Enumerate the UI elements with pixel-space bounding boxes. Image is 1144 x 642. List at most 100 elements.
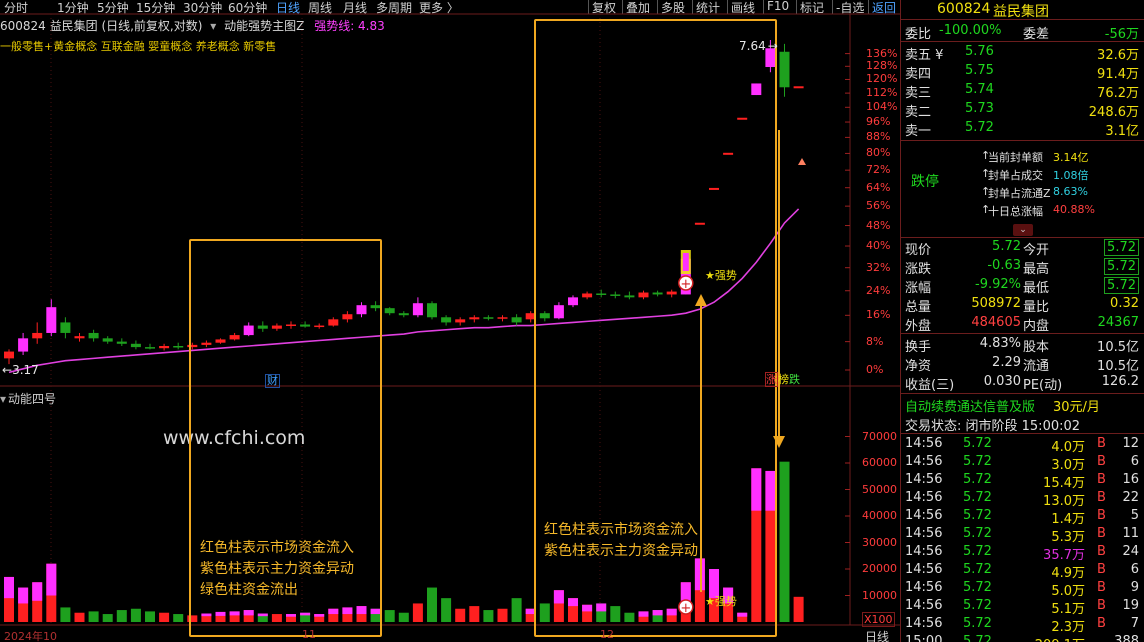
volume-bar [497,608,508,622]
vol-tick-label: 70000 [862,429,897,443]
candle-body [60,322,71,333]
volume-bar [384,610,395,622]
pct-tick-label: 112% [866,86,898,100]
panel-divider [901,393,1144,394]
ask-row: 卖一 5.72 3.1亿 [905,120,1139,139]
quote-row: 涨幅 -9.92% 最低 5.72 [901,276,1144,296]
volume-bar [427,587,437,622]
ask-row: 卖二 5.73 248.6万 [905,101,1139,120]
quote-row: 外盘 484605 内盘 24367 [905,315,1139,334]
candle-body [102,338,113,342]
pct-tick-label: 136% [866,46,898,60]
tick-row: 14:56 5.72 4.0万 B 12 [905,436,1139,455]
volume-bar-main [18,587,29,604]
tick-row: 14:56 5.72 3.0万 B 6 [905,454,1139,473]
pct-tick-label: 8% [866,334,884,348]
pct-tick-label: 48% [866,218,891,232]
candle-body [441,317,452,323]
ask-row: 卖三 5.74 76.2万 [905,82,1139,101]
volume-bar [779,461,790,622]
stock-title: 600824 益民集团 [937,1,1049,20]
candle-body [88,332,99,339]
volume-bar [398,612,409,622]
vol-unit: X100 [862,612,895,627]
low-price-label: ←3.17 [2,363,39,377]
volume-bar [469,606,480,622]
candle-body [511,317,522,323]
finance-marker[interactable]: 财 [265,374,280,388]
candle-body [483,317,494,319]
volume-bar [412,603,423,622]
vol-tick-label: 60000 [862,456,897,469]
candle-body [130,343,141,348]
volume-bar [441,598,452,622]
vol-tick-label: 30000 [862,535,897,549]
pct-tick-label: 96% [866,115,891,129]
weibi-row: 委比 -100.00% 委差 -56万 [905,23,1139,42]
pct-tick-label: 40% [866,239,891,253]
candle-body [46,307,57,333]
period-label: 日线 [865,630,890,642]
volume-bar [159,612,170,622]
volume-bar [130,608,141,622]
pct-tick-label: 0% [866,363,884,376]
candle-body [116,341,127,344]
signal-label: ★强势 [705,595,737,608]
tick-row: 14:56 5.72 5.3万 B 11 [905,526,1139,545]
stat-row: 换手 4.83% 股本 10.5亿 [905,336,1139,355]
date-label: 12 [600,628,614,641]
candle-body [455,319,466,323]
vol-tick-label: 50000 [862,482,897,496]
panel-divider [901,19,1144,20]
tick-row: 15:005.72209.1万388 [905,634,1139,642]
quote-panel: 600824 益民集团 委比 -100.00% 委差 -56万 卖五 ¥5.76 32.6万卖… [900,0,1144,642]
tick-row: 14:56 5.72 15.4万 B 16 [905,472,1139,491]
tick-row: 14:56 5.72 13.0万 B 22 [905,490,1139,509]
volume-bar [88,611,99,622]
volume-bar-main [4,576,14,599]
pct-tick-label: 104% [866,100,898,114]
candle-body [173,345,184,348]
candle-body [74,336,85,339]
volume-bar [173,614,184,622]
vol-tick-label: 10000 [862,588,897,602]
tick-row: 14:56 5.72 1.4万 B 5 [905,508,1139,527]
panel-divider [901,433,1144,434]
volume-bar [483,610,494,622]
quote-row: 总量 508972 量比 0.32 [905,296,1139,315]
pct-tick-label: 88% [866,130,891,144]
ask-row: 卖四 5.75 91.4万 [905,63,1139,82]
stat-row: 净资 2.29 流通 10.5亿 [905,355,1139,374]
pct-tick-label: 56% [866,199,891,213]
candle-body [497,317,508,319]
trade-status: 交易状态: 闭市阶段 15:00:02 [905,419,1081,434]
volume-bar-main [32,582,43,601]
note-left: 红色柱表示市场资金流入 紫色柱表示主力资金异动 绿色柱资金流出 [200,540,354,598]
date-label: 2024年10 [4,630,57,642]
pct-tick-label: 120% [866,72,898,86]
candle-body [4,351,14,359]
quote-row: 涨跌 -0.63 最高 5.72 [901,257,1144,277]
candle-body [145,347,155,349]
seal-row: ↑ 十日总涨幅 40.88% [981,203,1095,218]
volume-bar [116,610,127,622]
pct-tick-label: 72% [866,163,891,177]
tick-row: 14:56 5.72 2.3万 B 7 [905,616,1139,635]
pct-tick-label: 24% [866,283,891,297]
note-right: 红色柱表示市场资金流入 紫色柱表示主力资金异动 [544,522,698,559]
volume-bar [102,614,113,622]
promo-link[interactable]: 自动续费通达信普及版 30元/月 [901,395,1144,415]
volume-bar [60,607,71,622]
vol-indicator-name: ▾ 动能四号 [0,392,57,406]
tick-row: 14:56 5.72 4.9万 B 6 [905,562,1139,581]
stat-row: 收益(三) 0.030 PE(动) 126.2 [905,374,1139,393]
dropdown-icon[interactable]: ▾ [0,392,6,406]
vol-tick-label: 40000 [862,509,897,522]
limit-marker: 涨榜跌 [765,372,800,387]
pct-tick-label: 16% [866,308,891,322]
pct-tick-label: 32% [866,260,891,274]
date-label: 11 [302,628,316,641]
pct-tick-label: 64% [866,180,891,194]
tick-row: 14:56 5.72 5.1万 B 19 [905,598,1139,617]
seal-row: ↑ 封单占成交 1.08倍 [981,167,1089,182]
